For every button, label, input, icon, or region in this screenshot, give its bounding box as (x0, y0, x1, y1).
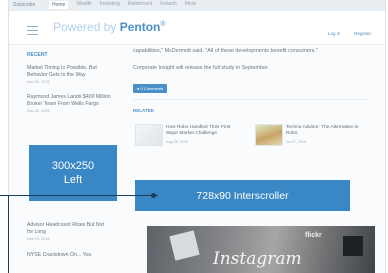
callout-line-vertical (8, 195, 9, 273)
ad-left-label: Left (63, 174, 83, 186)
top-nav-home[interactable]: Home (49, 1, 69, 9)
related-thumbnail[interactable] (135, 124, 163, 146)
article-hero-image: Instagram flickr (147, 226, 375, 273)
article-paragraph: Corporate Insight will release the full … (133, 65, 270, 71)
comments-button[interactable]: ● 0 Comments (133, 84, 168, 93)
related-article-title[interactable]: How Robo Handled Their First Major Marke… (166, 125, 242, 137)
top-nav-more[interactable]: More (185, 1, 196, 9)
sidebar-item-date: Nov 20, 2015 (27, 109, 50, 113)
sidebar-title: RECENT (27, 52, 48, 58)
related-article[interactable]: How Robo Handled Their First Major Marke… (135, 124, 245, 146)
photo-flickr-text: flickr (305, 232, 322, 239)
hamburger-menu-icon[interactable] (27, 26, 38, 38)
sidebar-item-title[interactable]: Advisor Headcount Rises But Not for Long (27, 222, 111, 236)
top-nav-retirement[interactable]: Retirement (128, 1, 152, 9)
sidebar-item[interactable]: Advisor Headcount Rises But Not for Long… (27, 222, 111, 241)
related-article[interactable]: Techno Advisor: The Alternative to Robo … (255, 124, 365, 146)
photo-instagram-text: Instagram (213, 249, 302, 269)
logo-mark-icon: ® (160, 21, 166, 28)
photo-card-shape (169, 230, 200, 261)
interscroller-label: 728x90 Interscroller (196, 189, 289, 202)
comments-label: 0 Comments (140, 86, 164, 91)
comment-bubble-icon: ● (137, 86, 140, 91)
login-link[interactable]: Log in (328, 31, 340, 36)
callout-dot-icon (151, 193, 156, 198)
top-nav-investing[interactable]: Investing (100, 1, 120, 9)
sidebar-item-title[interactable]: Raymond James Lands $400 Million Broker … (27, 94, 115, 108)
related-article-title[interactable]: Techno Advisor: The Alternative to Robo (286, 125, 362, 137)
sidebar-item[interactable]: NYSE Crackdown On... You (27, 252, 111, 259)
site-logo[interactable]: Powered by Penton® (53, 20, 166, 34)
page-frame: Subscribe Home Wealth Investing Retireme… (8, 0, 386, 273)
callout-line (0, 195, 158, 196)
header-links: Log in Register (328, 31, 371, 36)
sidebar-item[interactable]: Market Timing Is Possible, But Behavior … (27, 65, 115, 84)
ad-left-size: 300x250 (51, 160, 95, 172)
related-heading: RELATED (133, 108, 154, 113)
sidebar-item-date: Nov 20, 2015 (27, 80, 50, 84)
register-link[interactable]: Register (354, 31, 371, 36)
related-article-date: Aug 25, 2015 (166, 140, 188, 144)
sidebar-recent: RECENT Market Timing Is Possible, But Be… (23, 44, 115, 123)
photo-phone-shape (343, 236, 363, 256)
ad-300x250-left[interactable]: 300x250 Left (29, 145, 117, 201)
sidebar-item[interactable]: Raymond James Lands $400 Million Broker … (27, 94, 115, 113)
top-nav-wealth[interactable]: Wealth (76, 1, 91, 9)
related-article-date: Jul 27, 2015 (286, 140, 307, 144)
sidebar-item-title[interactable]: Market Timing Is Possible, But Behavior … (27, 65, 115, 79)
site-header: Powered by Penton® Log in Register (9, 11, 385, 45)
related-thumbnail[interactable] (255, 124, 283, 146)
ad-728x90-interscroller[interactable]: 728x90 Interscroller (135, 180, 350, 211)
top-strip-brand[interactable]: Subscribe (13, 2, 35, 8)
article-quote: capabilities," McDermott said. "All of t… (133, 48, 318, 54)
divider (133, 99, 367, 100)
top-nav-fintech[interactable]: Fintech (160, 1, 176, 9)
sidebar-item-title[interactable]: NYSE Crackdown On... You (27, 252, 111, 259)
logo-name: Penton (119, 20, 161, 34)
logo-prefix: Powered by (53, 20, 117, 34)
sidebar-item-date: Nov 19, 2015 (27, 237, 50, 241)
top-nav: Home Wealth Investing Retirement Fintech… (49, 1, 196, 9)
